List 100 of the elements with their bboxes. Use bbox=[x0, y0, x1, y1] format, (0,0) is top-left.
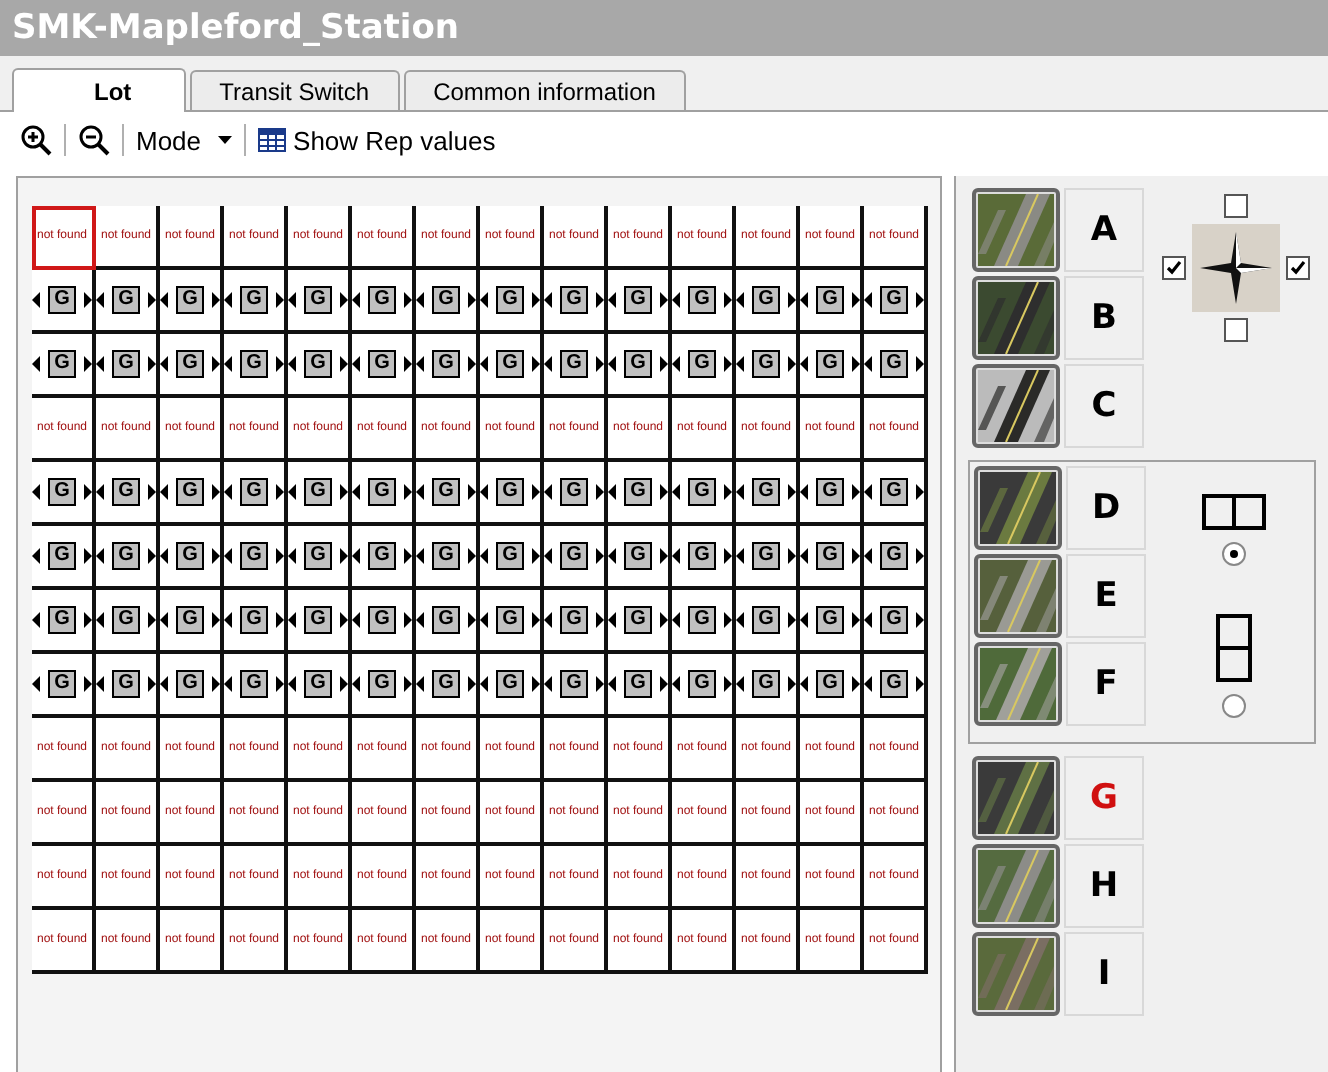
grid-cell[interactable]: G bbox=[416, 462, 480, 526]
grid-cell[interactable]: G bbox=[416, 334, 480, 398]
tile-button[interactable] bbox=[972, 844, 1060, 928]
tile-label[interactable]: A bbox=[1064, 188, 1144, 272]
grid-cell[interactable]: G bbox=[864, 270, 928, 334]
grid-cell[interactable]: G bbox=[96, 654, 160, 718]
grid-cell[interactable]: G bbox=[352, 462, 416, 526]
grid-cell[interactable]: G bbox=[480, 654, 544, 718]
grid-cell[interactable]: G bbox=[32, 526, 96, 590]
grid-cell[interactable]: G bbox=[416, 654, 480, 718]
grid-cell[interactable]: G bbox=[608, 654, 672, 718]
grid-cell[interactable]: G bbox=[608, 270, 672, 334]
grid-cell[interactable]: G bbox=[736, 526, 800, 590]
grid-cell[interactable]: G bbox=[224, 462, 288, 526]
grid-cell[interactable]: G bbox=[672, 526, 736, 590]
grid-cell[interactable]: G bbox=[736, 270, 800, 334]
grid-cell[interactable]: G bbox=[160, 654, 224, 718]
grid-cell[interactable]: G bbox=[288, 654, 352, 718]
grid-cell[interactable]: G bbox=[800, 590, 864, 654]
grid-cell[interactable]: G bbox=[32, 462, 96, 526]
grid-cell[interactable]: G bbox=[32, 590, 96, 654]
direction-checkbox[interactable] bbox=[1224, 194, 1248, 218]
zoom-in-icon[interactable] bbox=[20, 124, 52, 156]
grid-cell[interactable]: G bbox=[480, 526, 544, 590]
grid-cell[interactable]: G bbox=[544, 654, 608, 718]
grid-cell[interactable]: G bbox=[672, 654, 736, 718]
tile-label[interactable]: G bbox=[1064, 756, 1144, 840]
tile-label[interactable]: I bbox=[1064, 932, 1144, 1016]
grid-cell[interactable]: G bbox=[96, 590, 160, 654]
grid-cell[interactable]: G bbox=[416, 526, 480, 590]
tile-button[interactable] bbox=[974, 554, 1062, 638]
grid-cell[interactable]: G bbox=[864, 526, 928, 590]
grid-cell[interactable]: G bbox=[736, 462, 800, 526]
grid-cell[interactable]: G bbox=[800, 270, 864, 334]
grid-cell[interactable]: G bbox=[96, 270, 160, 334]
direction-checkbox[interactable] bbox=[1224, 318, 1248, 342]
grid-cell[interactable]: G bbox=[608, 590, 672, 654]
grid-cell[interactable]: G bbox=[480, 590, 544, 654]
grid-cell[interactable]: G bbox=[352, 590, 416, 654]
show-rep-values-button[interactable]: Show Rep values bbox=[257, 125, 496, 155]
grid-cell[interactable]: G bbox=[672, 270, 736, 334]
grid-cell[interactable]: G bbox=[736, 334, 800, 398]
grid-cell[interactable]: G bbox=[160, 270, 224, 334]
grid-cell[interactable]: G bbox=[544, 270, 608, 334]
grid-cell[interactable]: G bbox=[288, 590, 352, 654]
tile-label[interactable]: F bbox=[1066, 642, 1146, 726]
grid-cell[interactable]: G bbox=[736, 590, 800, 654]
tile-button[interactable] bbox=[974, 466, 1062, 550]
grid-cell[interactable]: G bbox=[352, 334, 416, 398]
grid-cell[interactable]: G bbox=[32, 334, 96, 398]
grid-cell[interactable]: G bbox=[96, 526, 160, 590]
grid-cell[interactable]: G bbox=[544, 590, 608, 654]
layout-radio[interactable] bbox=[1222, 542, 1246, 566]
tile-button[interactable] bbox=[974, 642, 1062, 726]
grid-cell[interactable]: G bbox=[288, 334, 352, 398]
grid-cell[interactable]: G bbox=[96, 462, 160, 526]
grid-cell[interactable]: G bbox=[160, 526, 224, 590]
grid-cell[interactable]: G bbox=[352, 526, 416, 590]
grid-cell[interactable]: G bbox=[800, 462, 864, 526]
mode-dropdown[interactable]: Mode bbox=[136, 125, 232, 155]
tile-button[interactable] bbox=[972, 932, 1060, 1016]
grid-cell[interactable]: G bbox=[608, 526, 672, 590]
grid-cell[interactable]: G bbox=[224, 270, 288, 334]
tab[interactable]: Transit Switch bbox=[189, 70, 400, 110]
grid-cell[interactable]: G bbox=[800, 334, 864, 398]
grid-cell[interactable]: G bbox=[544, 526, 608, 590]
grid-cell[interactable]: G bbox=[864, 654, 928, 718]
grid-cell[interactable]: G bbox=[736, 654, 800, 718]
grid-cell[interactable]: G bbox=[480, 334, 544, 398]
grid-cell[interactable]: G bbox=[608, 334, 672, 398]
grid-cell[interactable]: G bbox=[352, 654, 416, 718]
grid-cell[interactable]: G bbox=[288, 462, 352, 526]
grid-cell[interactable]: G bbox=[160, 334, 224, 398]
grid-cell[interactable]: G bbox=[544, 462, 608, 526]
grid-cell[interactable]: G bbox=[672, 462, 736, 526]
grid-cell[interactable]: G bbox=[800, 654, 864, 718]
tile-button[interactable] bbox=[972, 188, 1060, 272]
grid-cell[interactable]: G bbox=[160, 590, 224, 654]
grid-cell[interactable]: G bbox=[224, 334, 288, 398]
grid-cell[interactable]: G bbox=[480, 270, 544, 334]
grid-cell[interactable]: G bbox=[288, 526, 352, 590]
tile-label[interactable]: B bbox=[1064, 276, 1144, 360]
tile-label[interactable]: E bbox=[1066, 554, 1146, 638]
grid-cell[interactable]: G bbox=[480, 462, 544, 526]
grid-cell[interactable]: G bbox=[672, 334, 736, 398]
grid-cell[interactable]: G bbox=[608, 462, 672, 526]
tile-button[interactable] bbox=[972, 756, 1060, 840]
direction-checkbox[interactable] bbox=[1286, 256, 1310, 280]
grid-cell[interactable]: G bbox=[288, 270, 352, 334]
grid-cell[interactable]: G bbox=[864, 334, 928, 398]
grid-cell[interactable]: G bbox=[224, 590, 288, 654]
grid-cell[interactable]: G bbox=[544, 334, 608, 398]
tile-label[interactable]: H bbox=[1064, 844, 1144, 928]
tile-button[interactable] bbox=[972, 276, 1060, 360]
grid-cell[interactable]: G bbox=[160, 462, 224, 526]
tile-button[interactable] bbox=[972, 364, 1060, 448]
tab[interactable]: Common information bbox=[403, 70, 686, 110]
grid-cell[interactable]: G bbox=[416, 590, 480, 654]
grid-cell[interactable]: G bbox=[96, 334, 160, 398]
grid-cell[interactable]: G bbox=[224, 654, 288, 718]
